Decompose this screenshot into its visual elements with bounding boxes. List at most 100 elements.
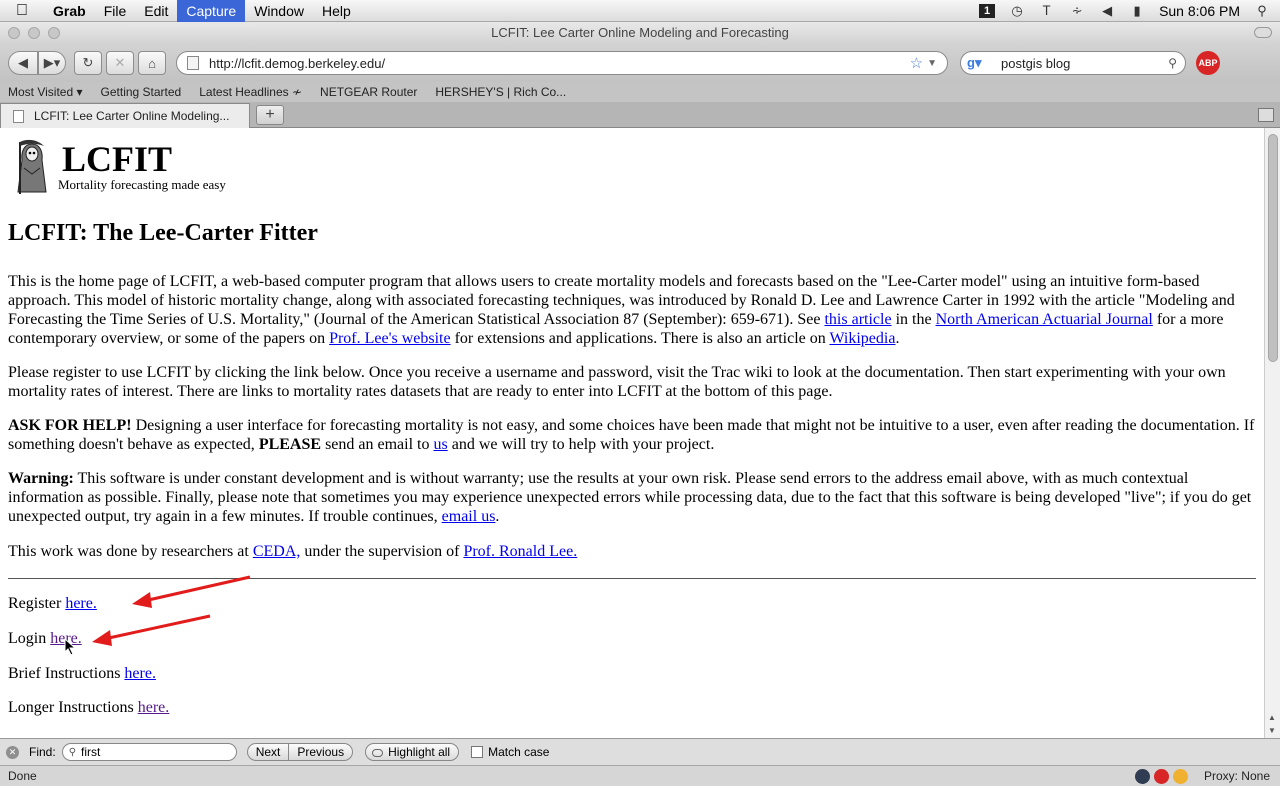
status-text: Done (8, 769, 37, 783)
email-us-link[interactable]: us (433, 436, 447, 453)
menu-window[interactable]: Window (245, 0, 313, 22)
find-previous-button[interactable]: Previous (289, 743, 354, 761)
home-icon: ⌂ (148, 55, 156, 71)
register-info-paragraph: Please register to use LCFIT by clicking… (8, 364, 1226, 400)
stop-icon: ✕ (114, 55, 126, 70)
apple-menu-icon[interactable]:  (0, 2, 44, 20)
tab-strip: LCFIT: Lee Carter Online Modeling... + (0, 102, 1280, 128)
brief-instructions-label: Brief Instructions (8, 665, 125, 682)
match-case-checkbox[interactable] (471, 746, 484, 758)
time-machine-icon[interactable]: ◷ (1009, 3, 1025, 18)
menu-file[interactable]: File (95, 0, 136, 22)
url-dropdown-icon[interactable]: ▼ (927, 58, 937, 69)
smiley-addon-icon[interactable] (1172, 768, 1188, 784)
prof-ronald-lee-link[interactable]: Prof. Ronald Lee. (463, 543, 577, 560)
bookmark-label: Most Visited (8, 85, 74, 99)
forward-button[interactable]: ▶▾ (38, 51, 66, 75)
longer-instructions-link[interactable]: here. (138, 699, 170, 716)
wifi-icon[interactable]: ∻ (1069, 3, 1085, 18)
menu-edit[interactable]: Edit (135, 0, 177, 22)
search-icon[interactable]: ⚲ (1168, 56, 1177, 70)
bookmark-hersheys[interactable]: HERSHEY'S | Rich Co... (435, 85, 566, 99)
close-window-button[interactable] (8, 27, 20, 39)
home-button[interactable]: ⌂ (138, 51, 166, 75)
reload-button[interactable]: ↻ (74, 51, 102, 75)
warning-email-us-link[interactable]: email us (442, 508, 496, 525)
window-titlebar: LCFIT: Lee Carter Online Modeling and Fo… (0, 22, 1280, 44)
menu-bar:  Grab File Edit Capture Window Help 1 ◷… (0, 0, 1280, 22)
volume-icon[interactable]: ◀ (1099, 3, 1115, 18)
longer-instructions-row: Longer Instructions here. (8, 698, 1258, 717)
scrollbar-thumb[interactable] (1268, 134, 1278, 362)
credits-paragraph: This work was done by researchers at CED… (8, 542, 1258, 561)
page-icon (187, 56, 199, 70)
bookmark-latest-headlines[interactable]: Latest Headlines ≁ (199, 85, 302, 99)
proxy-status[interactable]: Proxy: None (1204, 769, 1270, 783)
brief-instructions-link[interactable]: here. (124, 665, 156, 682)
minimize-window-button[interactable] (28, 27, 40, 39)
bookmark-star-icon[interactable]: ☆ (910, 54, 923, 72)
app-menu[interactable]: Grab (44, 0, 95, 22)
adblock-status-icon[interactable] (1153, 768, 1169, 784)
plus-icon: + (265, 106, 275, 123)
bluetooth-icon[interactable]: Ꭲ (1039, 3, 1055, 18)
google-search-engine-icon[interactable]: g▾ (967, 55, 989, 71)
logo-title: LCFIT (62, 139, 173, 179)
register-label: Register (8, 595, 66, 612)
tab-lcfit[interactable]: LCFIT: Lee Carter Online Modeling... (0, 103, 250, 128)
addon-status-icon[interactable] (1134, 768, 1150, 784)
stop-button[interactable]: ✕ (106, 51, 134, 75)
this-article-link[interactable]: this article (824, 311, 891, 328)
annotation-arrow-register-icon (132, 575, 251, 608)
highlight-all-button[interactable]: Highlight all (365, 743, 460, 761)
match-case-label: Match case (488, 745, 550, 759)
bookmark-netgear-router[interactable]: NETGEAR Router (320, 85, 417, 99)
page-title: LCFIT: The Lee-Carter Fitter (8, 220, 318, 246)
vertical-scrollbar[interactable]: ▲ ▼ (1264, 128, 1280, 738)
battery-icon[interactable]: ▮ (1129, 3, 1145, 18)
bookmark-most-visited[interactable]: Most Visited ▾ (8, 85, 83, 99)
tab-label: LCFIT: Lee Carter Online Modeling... (34, 109, 230, 123)
page-icon (13, 109, 24, 123)
ceda-link[interactable]: CEDA, (253, 543, 301, 560)
brief-instructions-row: Brief Instructions here. (8, 664, 1258, 683)
bookmark-getting-started[interactable]: Getting Started (101, 85, 182, 99)
menu-capture[interactable]: Capture (177, 0, 246, 22)
intro-text: in the (891, 311, 936, 328)
back-button[interactable]: ◀ (8, 51, 38, 75)
find-next-button[interactable]: Next (246, 743, 290, 761)
register-link[interactable]: here. (65, 595, 97, 612)
list-all-tabs-button[interactable] (1258, 108, 1274, 122)
forward-arrow-icon: ▶▾ (43, 55, 61, 70)
page-content: LCFIT Mortality forecasting made easy LC… (0, 128, 1264, 738)
window-controls (8, 27, 60, 39)
scroll-down-icon[interactable]: ▼ (1268, 726, 1276, 735)
scroll-up-icon[interactable]: ▲ (1268, 713, 1276, 722)
prof-lee-website-link[interactable]: Prof. Lee's website (329, 330, 451, 347)
zoom-window-button[interactable] (48, 27, 60, 39)
warning-text: . (495, 508, 500, 525)
search-input[interactable]: postgis blog (989, 56, 1168, 71)
new-tab-button[interactable]: + (256, 105, 284, 125)
credits-text: under the supervision of (300, 543, 464, 560)
spotlight-icon[interactable]: ⚲ (1254, 3, 1270, 18)
url-text[interactable]: http://lcfit.demog.berkeley.edu/ (209, 56, 910, 71)
back-arrow-icon: ◀ (18, 55, 28, 70)
close-find-bar-icon[interactable]: ✕ (6, 745, 19, 759)
url-bar[interactable]: http://lcfit.demog.berkeley.edu/ ☆ ▼ (176, 51, 948, 75)
naaj-link[interactable]: North American Actuarial Journal (936, 311, 1153, 328)
menu-help[interactable]: Help (313, 0, 360, 22)
annotation-arrow-login-icon (92, 614, 211, 646)
wikipedia-link[interactable]: Wikipedia (829, 330, 895, 347)
warning-bold: Warning: (8, 470, 74, 487)
find-input-value[interactable]: first (81, 745, 100, 759)
input-menu-icon[interactable]: 1 (979, 3, 996, 18)
intro-text: for extensions and applications. There i… (450, 330, 830, 347)
adblock-label: ABP (1198, 58, 1218, 68)
menubar-clock[interactable]: Sun 8:06 PM (1159, 3, 1240, 19)
find-input[interactable]: ⚲ first (61, 743, 237, 761)
help-text: send an email to (321, 436, 434, 453)
toolbar-toggle-button[interactable] (1254, 27, 1272, 38)
search-bar[interactable]: g▾ postgis blog ⚲ (960, 51, 1186, 75)
adblock-button[interactable]: ABP (1196, 51, 1220, 75)
